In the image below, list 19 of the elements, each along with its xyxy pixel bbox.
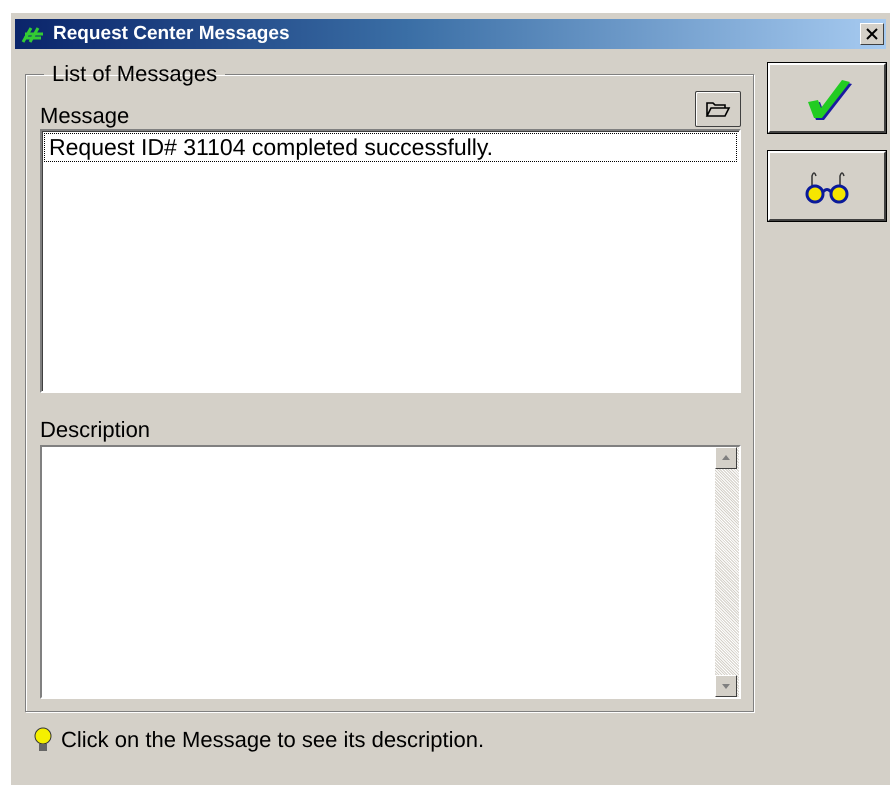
scroll-down-button[interactable]: [715, 675, 737, 697]
folder-button[interactable]: [695, 91, 741, 127]
hint-text: Click on the Message to see its description.: [61, 727, 484, 753]
description-field[interactable]: [40, 444, 741, 699]
folder-icon: [705, 100, 731, 118]
close-button[interactable]: [860, 23, 884, 45]
description-label: Description: [40, 416, 152, 443]
message-item[interactable]: Request ID# 31104 completed successfully.: [44, 133, 737, 162]
window-title: Request Center Messages: [53, 23, 291, 45]
up-arrow-icon: [722, 455, 730, 460]
view-button[interactable]: [768, 151, 886, 221]
down-arrow-icon: [722, 684, 730, 688]
scrollbar[interactable]: [715, 446, 739, 697]
close-icon: [866, 28, 878, 40]
message-list[interactable]: Request ID# 31104 completed successfully.: [40, 129, 741, 393]
message-label: Message: [40, 103, 130, 129]
scroll-up-button[interactable]: [715, 446, 737, 469]
ok-button[interactable]: [768, 63, 886, 133]
group-title: List of Messages: [51, 61, 218, 87]
